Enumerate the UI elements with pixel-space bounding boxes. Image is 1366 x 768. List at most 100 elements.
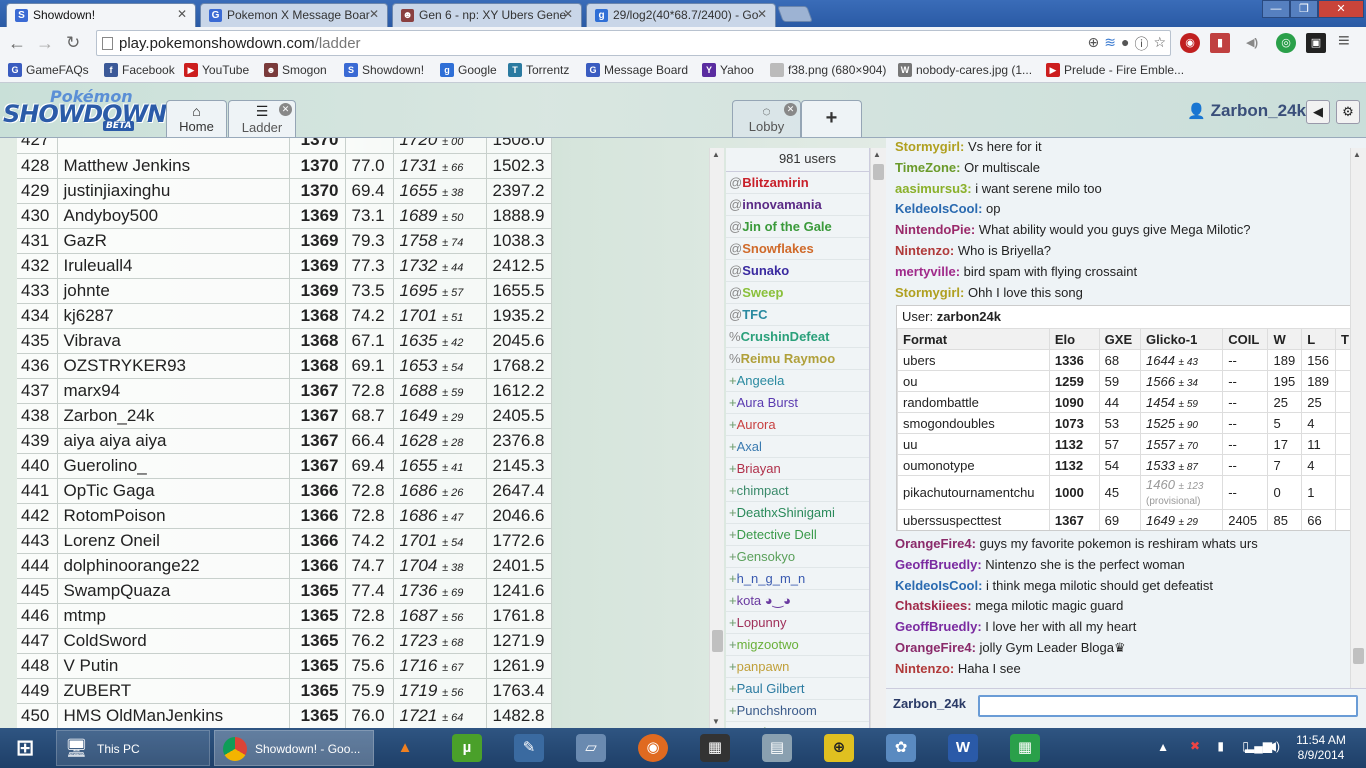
tab-lobby[interactable]: ◌ Lobby ✕ bbox=[732, 100, 801, 137]
ladder-player-name[interactable]: Lorenz Oneil bbox=[57, 528, 290, 554]
userlist-item[interactable]: @Snowflakes bbox=[726, 238, 869, 260]
tab-home[interactable]: ⌂ Home bbox=[166, 100, 227, 137]
calculator-icon[interactable]: ▤ bbox=[762, 734, 792, 762]
userlist-item[interactable]: %Reimu Raymoo bbox=[726, 348, 869, 370]
ladder-player-name[interactable]: dolphinoorange22 bbox=[57, 553, 290, 579]
userlist-scrollbar[interactable]: ▲ bbox=[870, 148, 886, 728]
scroll-down-icon[interactable]: ▼ bbox=[712, 717, 720, 726]
userlist-item[interactable]: +Axal bbox=[726, 436, 869, 458]
bookmark-item[interactable]: ▶ YouTube bbox=[184, 63, 249, 77]
bookmark-item[interactable]: T Torrentz bbox=[508, 63, 569, 77]
chat-username[interactable]: NintendoPie: bbox=[895, 222, 975, 237]
windows-start-icon[interactable]: ⊞ bbox=[8, 734, 42, 762]
userlist-item[interactable]: +migzootwo bbox=[726, 634, 869, 656]
ladder-player-name[interactable]: Andyboy500 bbox=[57, 203, 290, 229]
bookmark-item[interactable]: ▶ Prelude - Fire Emble... bbox=[1046, 63, 1184, 77]
userlist-item[interactable]: @TFC bbox=[726, 304, 869, 326]
userlist-item[interactable]: @Blitzamirin bbox=[726, 172, 869, 194]
ladder-player-name[interactable]: Vibrava bbox=[57, 328, 290, 354]
ladder-player-name[interactable]: HMS OldManJenkins bbox=[57, 703, 290, 728]
ladder-player-name[interactable]: johnte bbox=[57, 278, 290, 304]
ladder-player-name[interactable]: RotomPoison bbox=[57, 503, 290, 529]
extension-red-icon[interactable]: ◉ bbox=[1180, 33, 1200, 53]
userlist-item[interactable]: +chimpact bbox=[726, 480, 869, 502]
userlist-item[interactable]: +Aurora bbox=[726, 414, 869, 436]
forward-icon[interactable]: → bbox=[36, 33, 54, 54]
info-icon[interactable]: ⓘ bbox=[1134, 34, 1148, 54]
scroll-up-icon[interactable]: ▲ bbox=[873, 150, 881, 159]
chat-username[interactable]: Stormygirl: bbox=[895, 285, 964, 300]
zoom-icon[interactable]: ⊕ bbox=[1088, 34, 1100, 54]
back-icon[interactable]: ← bbox=[8, 33, 26, 54]
firefox-icon[interactable]: ◉ bbox=[638, 734, 668, 762]
chat-username[interactable]: TimeZone: bbox=[895, 160, 961, 175]
scroll-thumb[interactable] bbox=[873, 164, 884, 180]
ladder-player-name[interactable]: justinjiaxinghu bbox=[57, 178, 290, 204]
store-icon[interactable]: ▦ bbox=[1010, 734, 1040, 762]
ladder-player-name[interactable]: GazR bbox=[57, 228, 290, 254]
close-tab-icon[interactable]: ✕ bbox=[757, 7, 767, 21]
ladder-player-name[interactable]: ColdSword bbox=[57, 628, 290, 654]
taskbar-window-this-pc[interactable]: 🖥 This PC bbox=[56, 730, 210, 766]
chat-username[interactable]: GeoffBruedly: bbox=[895, 619, 982, 634]
chat-username[interactable]: aasimursu3: bbox=[895, 181, 972, 196]
notepad-icon[interactable]: ✎ bbox=[514, 734, 544, 762]
ladder-player-name[interactable]: Guerolino_ bbox=[57, 453, 290, 479]
extension-audio-icon[interactable]: ◀) bbox=[1242, 33, 1262, 53]
chat-input[interactable] bbox=[978, 695, 1358, 717]
userlist-item[interactable]: +DeathxShinigami bbox=[726, 502, 869, 524]
userlist-item[interactable]: +Gensokyo bbox=[726, 546, 869, 568]
word-icon[interactable]: W bbox=[948, 734, 978, 762]
maximize-button[interactable]: ❐ bbox=[1290, 0, 1318, 18]
chat-username[interactable]: GeoffBruedly: bbox=[895, 557, 982, 572]
ladder-player-name[interactable]: marx94 bbox=[57, 378, 290, 404]
browser-tab[interactable]: G Pokemon X Message Boar ✕ bbox=[200, 3, 388, 27]
userlist-item[interactable]: +Paul Gilbert bbox=[726, 678, 869, 700]
close-window-button[interactable]: ✕ bbox=[1318, 0, 1364, 18]
ladder-player-name[interactable]: ZUBERT bbox=[57, 678, 290, 704]
tab-ladder[interactable]: ☰ Ladder ✕ bbox=[228, 100, 296, 137]
close-tab-icon[interactable]: ✕ bbox=[279, 103, 292, 116]
ladder-player-name[interactable]: OZSTRYKER93 bbox=[57, 353, 290, 379]
userlist-item[interactable]: +Briayan bbox=[726, 458, 869, 480]
chat-username[interactable]: Stormygirl: bbox=[895, 139, 964, 154]
chat-username[interactable]: KeldeoIsCool: bbox=[895, 201, 982, 216]
bookmark-item[interactable]: G GameFAQs bbox=[8, 63, 89, 77]
vlc-icon[interactable]: ▲ bbox=[390, 734, 420, 762]
userlist-item[interactable]: +Lopunny bbox=[726, 612, 869, 634]
scroll-thumb[interactable] bbox=[712, 630, 723, 652]
extension-green-icon[interactable]: ◎ bbox=[1276, 33, 1296, 53]
chat-username[interactable]: KeldeoIsCool: bbox=[895, 578, 982, 593]
bookmark-item[interactable]: ☻ Smogon bbox=[264, 63, 327, 77]
ladder-player-name[interactable]: Iruleuall4 bbox=[57, 253, 290, 279]
bookmark-star-icon[interactable]: ☆ bbox=[1153, 34, 1166, 54]
bookmark-item[interactable]: g Google bbox=[440, 63, 497, 77]
new-tab-button[interactable] bbox=[777, 6, 813, 22]
tray-icon[interactable]: ▮ bbox=[1217, 739, 1224, 753]
chat-username[interactable]: Nintenzo: bbox=[895, 243, 954, 258]
userlist-item[interactable]: @innovamania bbox=[726, 194, 869, 216]
paint-icon[interactable]: ✿ bbox=[886, 734, 916, 762]
userlist-item[interactable]: +Detective Dell bbox=[726, 524, 869, 546]
lightbulb-icon[interactable]: ● bbox=[1121, 34, 1129, 54]
settings-gear-icon[interactable]: ⚙ bbox=[1336, 100, 1360, 124]
ladder-scrollbar[interactable]: ▲ ▼ bbox=[709, 148, 724, 728]
close-tab-icon[interactable]: ✕ bbox=[784, 103, 797, 116]
new-room-button[interactable]: + bbox=[801, 100, 862, 137]
globe-icon[interactable]: ⊕ bbox=[824, 734, 854, 762]
ladder-player-name[interactable]: Zarbon_24k bbox=[57, 403, 290, 429]
chat-username[interactable]: Chatskiiees: bbox=[895, 598, 972, 613]
ladder-player-name[interactable]: mtmp bbox=[57, 603, 290, 629]
userlist-item[interactable]: +h_n_g_m_n bbox=[726, 568, 869, 590]
extension-bookmark-icon[interactable]: ▮ bbox=[1210, 33, 1230, 53]
browser-tab[interactable]: g 29/log2(40*68.7/2400) - Go ✕ bbox=[586, 3, 776, 27]
scroll-up-icon[interactable]: ▲ bbox=[1353, 150, 1361, 159]
userlist-item[interactable]: +kota ◕‿◕ bbox=[726, 590, 869, 612]
taskbar-window-chrome[interactable]: Showdown! - Goo... bbox=[214, 730, 374, 766]
userlist-item[interactable]: @Jin of the Gale bbox=[726, 216, 869, 238]
minimize-button[interactable]: — bbox=[1262, 0, 1290, 18]
menu-icon[interactable]: ≡ bbox=[1338, 30, 1350, 53]
sound-icon[interactable]: ◀ bbox=[1306, 100, 1330, 124]
video-icon[interactable]: ▦ bbox=[700, 734, 730, 762]
wifi-icon[interactable]: ≋ bbox=[1104, 34, 1116, 54]
